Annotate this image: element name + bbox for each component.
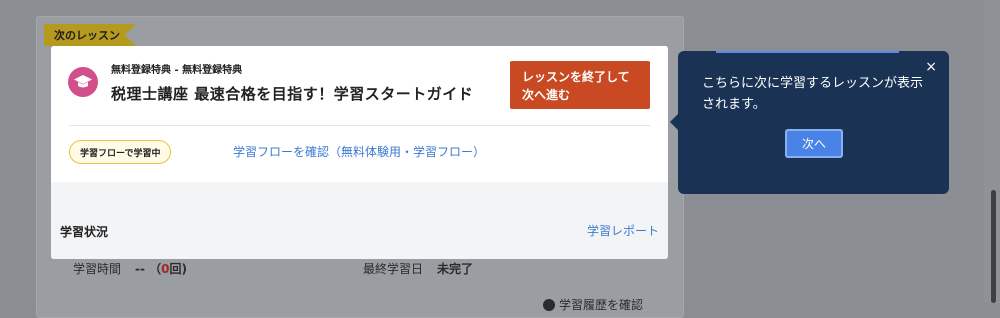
study-status-section: 学習状況 学習レポート [51,182,668,259]
graduation-cap-icon [68,67,98,97]
study-count: 0 [161,262,170,276]
scrollbar[interactable] [984,0,1000,303]
study-report-link[interactable]: 学習レポート [587,222,659,239]
scrollbar-thumb[interactable] [991,190,996,303]
flow-link[interactable]: 学習フローを確認（無料体験用・学習フロー） [233,143,485,160]
tooltip-progress-bar [716,51,899,53]
next-button[interactable]: 次へ [785,129,843,158]
last-study-date-label: 最終学習日 [363,262,424,276]
history-icon [543,298,555,311]
next-lesson-ribbon: 次のレッスン [44,24,136,46]
highlighted-region: 無料登録特典 - 無料登録特典 税理士講座 最速合格を目指す！学習スタートガイド… [51,46,668,259]
lesson-card: 無料登録特典 - 無料登録特典 税理士講座 最速合格を目指す！学習スタートガイド… [51,46,668,182]
study-stats-row: 学習時間 -- （0回) 最終学習日 未完了 [58,260,662,284]
lesson-title[interactable]: 税理士講座 最速合格を目指す！学習スタートガイド [111,83,473,104]
last-study-date-value: 未完了 [437,262,474,276]
study-time-value: -- （0回) [135,262,188,276]
tooltip-arrow [670,114,678,130]
divider [69,125,650,126]
tooltip-message: こちらに次に学習するレッスンが表示されます。 [702,76,924,112]
lesson-breadcrumb: 無料登録特典 - 無料登録特典 [111,65,243,76]
study-status-title: 学習状況 [60,225,109,239]
study-time-label: 学習時間 [73,262,122,276]
end-lesson-button[interactable]: レッスンを終了して次へ進む [510,61,650,109]
study-history-link[interactable]: 学習履歴を確認 [543,296,643,313]
onboarding-tooltip: × こちらに次に学習するレッスンが表示されます。 次へ [670,51,949,194]
flow-status-badge: 学習フローで学習中 [69,140,172,164]
